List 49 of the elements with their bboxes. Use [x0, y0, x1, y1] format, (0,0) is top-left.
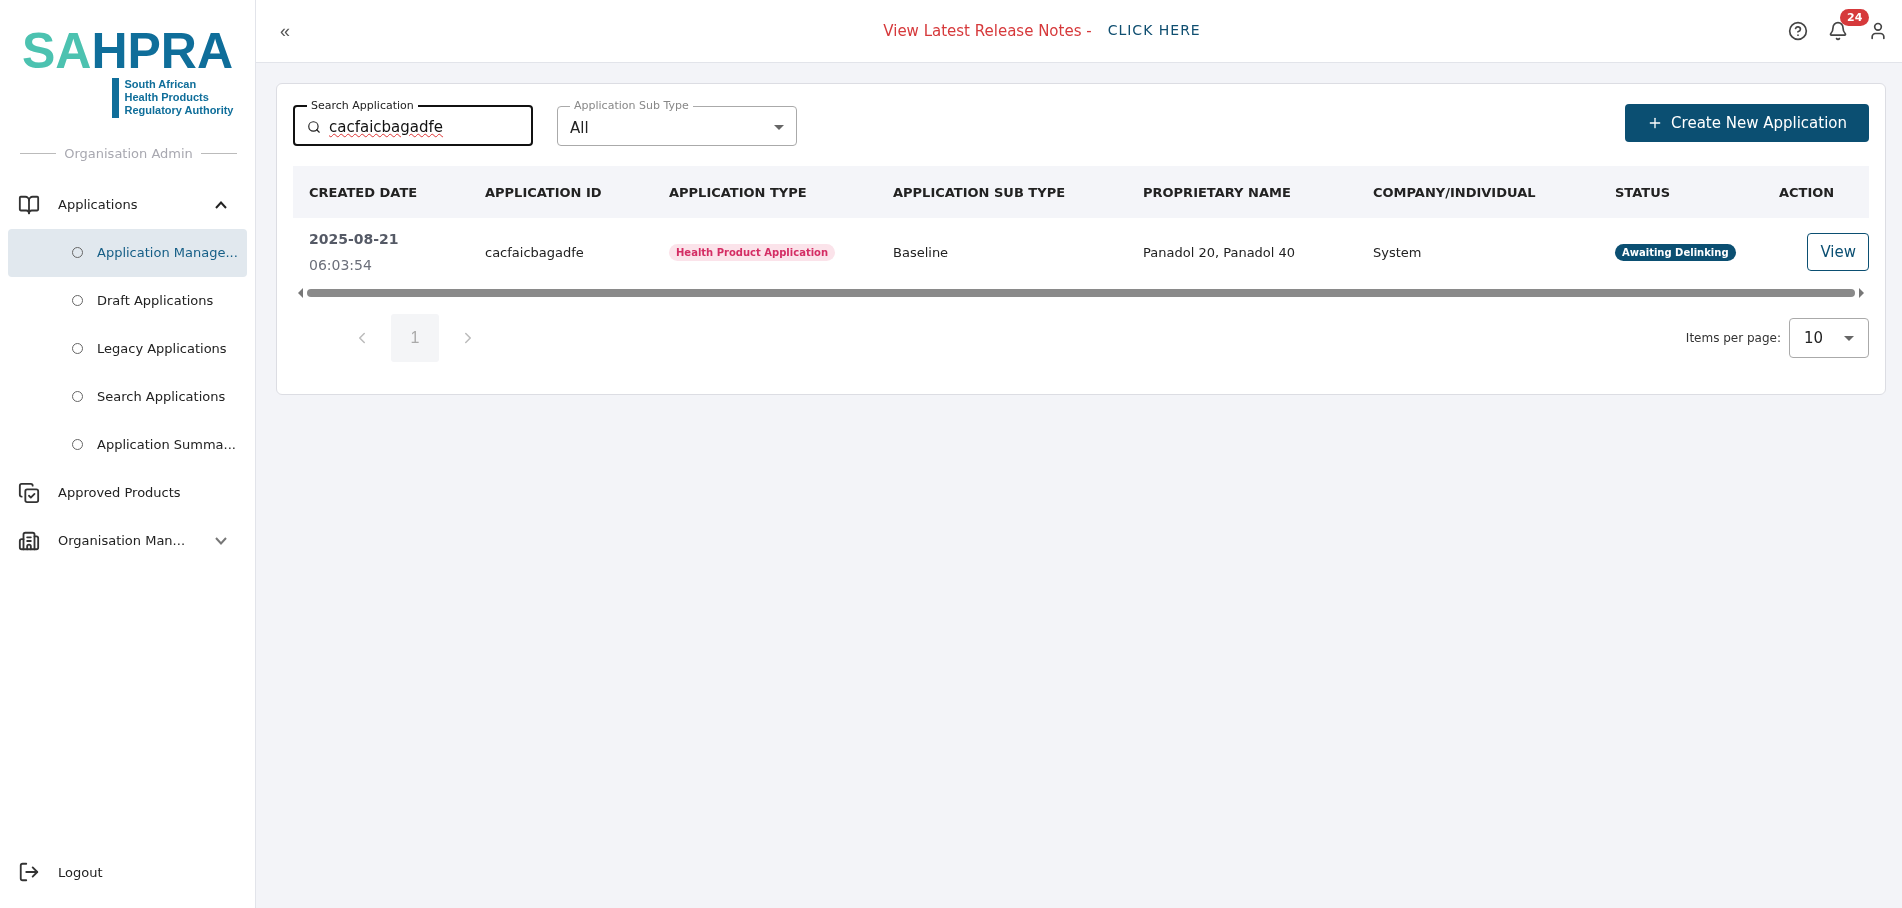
user-icon[interactable] [1868, 21, 1888, 41]
column-header: STATUS [1599, 166, 1763, 218]
logo-wordmark: SAHPRA [21, 26, 234, 76]
click-here-link[interactable]: CLICK HERE [1107, 22, 1201, 40]
logout-button[interactable]: Logout [8, 848, 247, 896]
table-cell-text: Panadol 20, Panadol 40 [1142, 243, 1297, 262]
sidebar-subitem[interactable]: Application Summa... [8, 420, 247, 469]
role-label: Organisation Admin [64, 145, 193, 161]
column-header: APPLICATION TYPE [653, 166, 877, 218]
status-tag: Awaiting Delinking [1615, 243, 1736, 261]
sidebar-subitem[interactable]: Legacy Applications [8, 324, 247, 373]
logout-icon [18, 861, 40, 883]
help-icon[interactable] [1788, 21, 1808, 41]
logo-subtitle: South African Health Products Regulatory Authority [111, 78, 234, 118]
create-application-button[interactable]: Create New Application [1625, 104, 1869, 142]
search-icon [307, 120, 321, 134]
sidebar-item[interactable]: Approved Products [8, 468, 247, 517]
items-per-page-select[interactable]: 10 [1789, 318, 1869, 358]
sidebar-subitem[interactable]: Search Applications [8, 372, 247, 421]
field-label: Application Sub Type [573, 100, 690, 112]
sidebar-item[interactable]: Applications [8, 180, 247, 229]
sidebar-subitem[interactable]: Application Manage... [8, 228, 247, 277]
view-button[interactable]: View [1807, 233, 1869, 271]
field-label: Search Application [310, 100, 415, 112]
search-field[interactable]: Search Application cacfaicbagadfe [293, 100, 533, 146]
table-cell-text: System [1372, 243, 1423, 262]
type-tag: Health Product Application [669, 243, 836, 261]
table-cell-text: Baseline [892, 243, 950, 262]
column-header: COMPANY/INDIVIDUAL [1357, 166, 1599, 218]
items-per-page-label: Items per page: [1685, 331, 1781, 345]
created-time: 06:03:54 [309, 257, 373, 273]
sidebar-item[interactable]: Organisation Man... [8, 516, 247, 565]
building-icon [18, 529, 40, 552]
table-cell-text: cacfaicbagadfe [484, 243, 585, 262]
notification-count: 24 [1840, 9, 1870, 26]
column-header: APPLICATION ID [469, 166, 653, 218]
sub-type-select[interactable]: Application Sub Type All [557, 100, 797, 146]
checked-boxes-icon [18, 481, 40, 504]
created-date: 2025-08-21 [309, 231, 400, 247]
collapse-button[interactable]: « [274, 19, 296, 43]
release-notes-text: View Latest Release Notes - [883, 22, 1092, 40]
book-icon [18, 193, 40, 216]
scrollbar-thumb[interactable] [307, 289, 1855, 297]
sidebar-subitem[interactable]: Draft Applications [8, 276, 247, 325]
notification-icon[interactable] [1828, 21, 1848, 41]
column-header: CREATED DATE [293, 166, 469, 218]
column-header: ACTION [1763, 166, 1869, 218]
column-header: PROPRIETARY NAME [1127, 166, 1357, 218]
column-header: APPLICATION SUB TYPE [877, 166, 1127, 218]
